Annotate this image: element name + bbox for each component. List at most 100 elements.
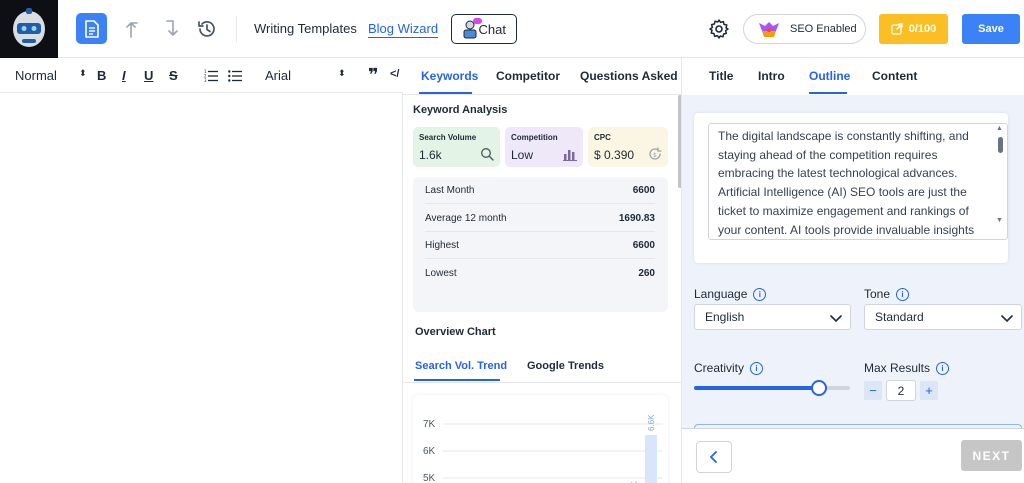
editor-content-area[interactable] xyxy=(0,93,403,483)
stat-row: Average 12 month 1690.83 xyxy=(425,205,655,232)
tab-search-vol-trend[interactable]: Search Vol. Trend xyxy=(415,360,507,372)
save-button[interactable]: Save xyxy=(962,14,1020,44)
increment-button[interactable]: + xyxy=(920,381,938,400)
chat-bot-icon xyxy=(463,18,482,39)
app-logo[interactable] xyxy=(0,0,58,58)
seo-label: SEO Enabled xyxy=(790,23,857,35)
info-icon[interactable]: i xyxy=(750,361,764,375)
tab-outline[interactable]: Outline xyxy=(809,69,850,83)
top-bar: Writing Templates Blog Wizard Chat SEO E… xyxy=(0,0,1024,58)
creativity-label: Creativity i xyxy=(694,361,764,375)
paragraph-style-value: Normal xyxy=(15,68,57,83)
tone-label: Tone i xyxy=(864,287,910,301)
chevron-down-icon xyxy=(830,315,842,323)
gear-icon xyxy=(709,19,729,39)
metric-search-volume: Search Volume 1.6k xyxy=(413,127,500,167)
chart-bar[interactable] xyxy=(645,435,657,483)
stat-label: Lowest xyxy=(425,268,457,279)
stat-value: 6600 xyxy=(632,240,655,251)
credits-value: 0/100 xyxy=(908,23,937,35)
tab-google-trends[interactable]: Google Trends xyxy=(527,360,604,372)
scrollbar-thumb[interactable] xyxy=(998,137,1003,153)
stat-label: Average 12 month xyxy=(425,213,507,224)
keyword-analysis-title: Keyword Analysis xyxy=(413,104,508,116)
blockquote-icon[interactable]: ❞ xyxy=(368,65,379,86)
decrement-button[interactable]: − xyxy=(864,381,882,400)
seo-toggle[interactable]: SEO Enabled xyxy=(743,14,866,44)
nav-blog-wizard[interactable]: Blog Wizard xyxy=(368,21,438,36)
refresh-dollar-icon: $ xyxy=(649,147,662,160)
settings-button[interactable] xyxy=(707,17,731,41)
bullet-list-icon[interactable] xyxy=(228,69,242,82)
overview-chart-title: Overview Chart xyxy=(415,326,496,338)
undo-button[interactable] xyxy=(122,17,144,41)
scroll-down-icon[interactable]: ▼ xyxy=(996,217,1003,224)
slider-fill xyxy=(694,386,819,390)
next-button[interactable]: NEXT xyxy=(961,440,1022,471)
document-button[interactable] xyxy=(76,13,107,44)
stat-value: 1690.83 xyxy=(618,213,655,224)
language-select[interactable]: English xyxy=(694,304,851,330)
tab-content[interactable]: Content xyxy=(872,69,917,83)
tone-label-text: Tone xyxy=(864,287,891,301)
history-icon xyxy=(198,21,215,37)
svg-text:3: 3 xyxy=(204,78,207,82)
strikethrough-icon[interactable]: S xyxy=(169,68,178,83)
font-family-select[interactable]: Arial ⬍ xyxy=(265,68,347,84)
tab-intro[interactable]: Intro xyxy=(758,69,785,83)
chat-button[interactable]: Chat xyxy=(451,14,517,44)
stat-value: 260 xyxy=(638,268,655,279)
stat-label: Last Month xyxy=(425,185,475,196)
max-results-input[interactable]: 2 xyxy=(886,380,916,401)
scroll-up-icon[interactable]: ▲ xyxy=(996,125,1003,132)
bold-icon[interactable]: B xyxy=(97,68,106,83)
redo-button[interactable] xyxy=(160,17,182,41)
y-tick-label: 7K xyxy=(423,419,436,430)
metric-cpc: CPC $ 0.390 $ xyxy=(588,127,668,167)
wizard-tabs: Title Intro Outline Content xyxy=(682,58,1024,95)
metric-label: Search Volume xyxy=(419,133,477,142)
info-icon[interactable]: i xyxy=(753,287,767,301)
metric-competition: Competition Low xyxy=(505,127,583,167)
creativity-label-text: Creativity xyxy=(694,361,745,375)
textarea-scrollbar[interactable]: ▲ ▼ xyxy=(995,125,1006,239)
document-icon xyxy=(84,19,99,38)
redo-arrow-icon xyxy=(166,20,178,36)
credits-button[interactable]: 0/100 xyxy=(879,14,948,44)
seo-badge-icon xyxy=(759,22,779,37)
search-volume-chart: 7K6K5K6.6K4K xyxy=(413,395,668,483)
stat-row: Lowest 260 xyxy=(425,260,655,287)
metric-value: $ 0.390 xyxy=(594,148,635,162)
svg-text:$: $ xyxy=(653,152,657,159)
history-button[interactable] xyxy=(195,17,219,41)
bar-data-label: 6.6K xyxy=(647,414,656,431)
editor-toolbar: Normal ⬍ B I U S 1 2 3 Arial ⬍ ❞ </ xyxy=(0,58,403,93)
tabs-divider xyxy=(403,94,681,95)
nav-writing-templates[interactable]: Writing Templates xyxy=(254,21,357,36)
keyword-panel: Keywords Competitor Questions Asked Keyw… xyxy=(403,58,682,483)
chart-svg: 7K6K5K6.6K4K xyxy=(423,414,663,483)
underline-icon[interactable]: U xyxy=(144,68,153,83)
max-results-label-text: Max Results xyxy=(864,361,931,375)
intro-card: The digital landscape is constantly shif… xyxy=(694,113,1008,263)
tone-select[interactable]: Standard xyxy=(864,304,1022,330)
info-icon[interactable]: i xyxy=(896,287,910,301)
tab-title[interactable]: Title xyxy=(709,69,733,83)
paragraph-style-select[interactable]: Normal ⬍ xyxy=(15,68,89,84)
intro-textarea[interactable]: The digital landscape is constantly shif… xyxy=(708,123,1008,240)
language-value: English xyxy=(705,310,745,324)
search-icon xyxy=(481,148,494,161)
info-icon[interactable]: i xyxy=(936,361,950,375)
code-icon[interactable]: </ xyxy=(390,68,399,80)
tab-questions-asked[interactable]: Questions Asked xyxy=(580,69,678,83)
tab-competitor[interactable]: Competitor xyxy=(496,69,560,83)
bar-chart-icon xyxy=(563,150,577,161)
ordered-list-icon[interactable]: 1 2 3 xyxy=(204,69,218,82)
stat-value: 6600 xyxy=(632,185,655,196)
tab-keywords[interactable]: Keywords xyxy=(421,69,478,83)
search-volume-stats: Last Month 6600 Average 12 month 1690.83… xyxy=(413,177,668,312)
y-tick-label: 6K xyxy=(423,446,436,457)
italic-icon[interactable]: I xyxy=(122,68,126,83)
back-button[interactable] xyxy=(696,441,732,473)
slider-thumb[interactable] xyxy=(810,380,827,396)
